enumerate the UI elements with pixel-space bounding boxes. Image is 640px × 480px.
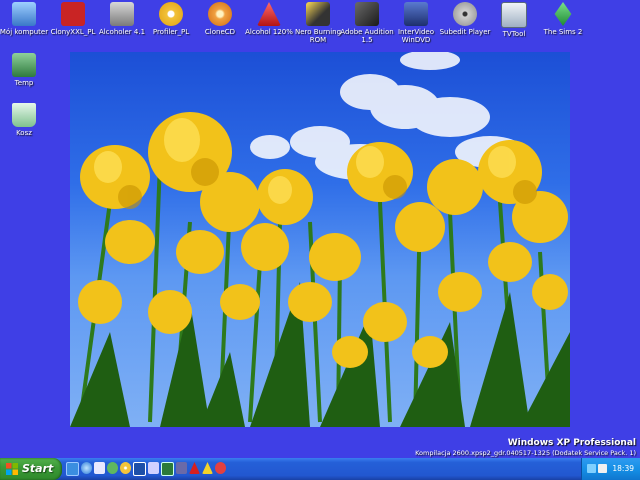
messenger-icon[interactable] (107, 462, 118, 474)
cd-icon[interactable] (120, 462, 131, 474)
screen-icon[interactable] (161, 462, 174, 476)
desktop-icon-label: The Sims 2 (543, 28, 583, 36)
tray-network-icon[interactable] (587, 464, 596, 473)
tray-volume-icon[interactable] (598, 464, 607, 473)
tv-icon (501, 2, 527, 28)
desktop-icon-kosz[interactable]: Kosz (0, 103, 57, 137)
ie-icon[interactable] (81, 462, 92, 474)
window-icon[interactable] (133, 462, 146, 476)
computer-icon (12, 2, 36, 26)
folder-icon (12, 53, 36, 77)
wallpaper-tulips (70, 52, 570, 427)
alcoholer-icon (110, 2, 134, 26)
quick-launch (66, 462, 226, 476)
show-desktop-icon[interactable] (66, 462, 79, 476)
windows-flag-icon (6, 463, 18, 475)
desktop-icon-temp[interactable]: Temp (0, 53, 57, 87)
system-tray: 18:39 (581, 458, 640, 480)
windows-branding: Windows XP Professional Kompilacja 2600.… (415, 438, 636, 457)
warning-icon[interactable] (202, 462, 213, 474)
alcohol-icon (257, 2, 281, 26)
start-button[interactable]: Start (0, 458, 62, 480)
cd-icon (159, 2, 183, 26)
desktop-icon-label: Kosz (16, 129, 32, 137)
film-reel-icon (453, 2, 477, 26)
windvd-icon (404, 2, 428, 26)
sims-icon (554, 2, 572, 26)
audition-icon (355, 2, 379, 26)
recycle-bin-icon (12, 103, 36, 127)
desktop-icon-label: Temp (14, 79, 34, 87)
monitor-icon[interactable] (176, 462, 187, 474)
media-player-icon[interactable] (94, 462, 105, 474)
clonyxxl-icon (61, 2, 85, 26)
tulip-picture (70, 52, 570, 427)
build-string: Kompilacja 2600.xpsp2_gdr.040517-1325 (D… (415, 449, 636, 457)
clock[interactable]: 18:39 (612, 458, 634, 480)
taskbar: Start 18:39 (0, 458, 640, 480)
clonecd-icon (208, 2, 232, 26)
alcohol-icon[interactable] (189, 462, 200, 474)
start-label: Start (22, 462, 54, 475)
desktop[interactable]: Mój komputer ClonyXXL_PL Alcoholer 4.1 P… (0, 0, 640, 458)
app-icon[interactable] (148, 462, 159, 474)
tool-icon[interactable] (215, 462, 226, 474)
desktop-icon-sims2[interactable]: The Sims 2 (530, 2, 596, 36)
nero-icon (306, 2, 330, 26)
product-name: Windows XP Professional (507, 438, 636, 448)
